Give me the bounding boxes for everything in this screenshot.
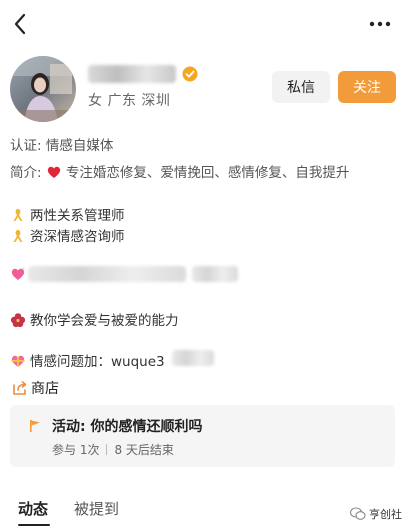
contact-prefix: 情感问题加：wuque3: [30, 354, 165, 370]
username-row: [88, 62, 198, 86]
watermark-text: 亨创社: [369, 508, 402, 521]
avatar-photo: [10, 56, 76, 122]
tab-posts[interactable]: 动态: [18, 498, 48, 519]
sparkling-heart-icon: [11, 267, 25, 280]
intro-prefix: 简介:: [10, 165, 42, 181]
location-label: 广东 深圳: [107, 93, 171, 109]
profile-tabs: 动态 被提到: [0, 492, 410, 532]
activity-card[interactable]: 活动: 你的感情还顺利吗 参与 1次 8 天后结束: [10, 405, 395, 467]
divider: [106, 444, 108, 455]
intro-line: 简介: 专注婚恋修复、爱情挽回、感情修复、自我提升: [10, 161, 349, 181]
activity-meta: 参与 1次 8 天后结束: [52, 441, 174, 458]
shop-share-icon: [13, 381, 27, 395]
tagline-text: 教你学会爱与被爱的能力: [30, 313, 179, 329]
verified-badge-icon: [182, 66, 198, 82]
watermark: 亨创社: [350, 506, 402, 522]
intro-text: 专注婚恋修复、爱情挽回、感情修复、自我提升: [65, 165, 350, 181]
ribbon-icon: [13, 230, 23, 242]
top-bar: [0, 0, 410, 48]
flag-icon: [30, 420, 40, 432]
tagline-line: 教你学会爱与被爱的能力: [10, 309, 179, 329]
title-2: 资深情感咨询师: [30, 229, 125, 245]
ribbon-icon: [13, 209, 23, 221]
more-button[interactable]: [364, 12, 396, 36]
certification-text: 认证: 情感自媒体: [10, 138, 114, 154]
avatar[interactable]: [10, 56, 76, 122]
contact-line: 情感问题加：wuque3: [10, 350, 165, 370]
tab-mentions[interactable]: 被提到: [74, 498, 119, 519]
shop-link[interactable]: 商店: [12, 378, 59, 398]
wechat-icon: [350, 507, 366, 520]
back-button[interactable]: [6, 10, 34, 38]
title-line-1: 两性关系管理师: [10, 204, 125, 224]
heart-icon: [47, 166, 61, 178]
tab-active-indicator: [18, 524, 50, 526]
gift-heart-icon: [11, 355, 25, 367]
gender-label: 女: [88, 93, 103, 109]
shop-label: 商店: [31, 381, 59, 397]
follow-button[interactable]: 关注: [338, 71, 396, 103]
activity-end-time: 8 天后结束: [114, 443, 174, 457]
title-1: 两性关系管理师: [30, 208, 125, 224]
redacted-text: [28, 266, 186, 282]
hibiscus-icon: [10, 313, 26, 328]
activity-participation: 参与 1次: [52, 443, 100, 457]
title-line-2: 资深情感咨询师: [10, 225, 125, 245]
chevron-left-icon: [14, 13, 26, 35]
message-button[interactable]: 私信: [272, 71, 330, 103]
redacted-text: [192, 266, 238, 282]
ellipsis-icon: [369, 21, 391, 27]
username-redacted: [88, 65, 176, 83]
activity-title: 活动: 你的感情还顺利吗: [52, 419, 203, 435]
redacted-text: [172, 350, 214, 366]
profile-meta: 女 广东 深圳: [88, 90, 170, 110]
